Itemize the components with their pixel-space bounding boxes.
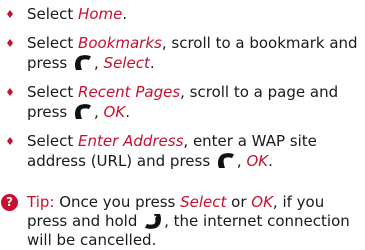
menu-option-bookmarks: Bookmarks — [78, 34, 162, 52]
item-text: , — [94, 54, 104, 72]
diamond-bullet-icon — [7, 10, 13, 18]
list-item: Select Bookmarks, scroll to a bookmark a… — [0, 33, 365, 73]
item-text: Select — [27, 5, 79, 23]
list-item: Select Home. — [0, 4, 365, 24]
tip-text: Once you press — [54, 193, 181, 211]
list-item: Select Enter Address, enter a WAP site a… — [0, 131, 365, 171]
end-call-key-icon — [145, 214, 162, 229]
instruction-list: Select Home. Select Bookmarks, scroll to… — [0, 4, 365, 180]
item-text: . — [122, 5, 128, 23]
diamond-bullet-icon — [7, 39, 13, 47]
list-item: Select Recent Pages, scroll to a page an… — [0, 82, 365, 122]
softkey-icon — [217, 153, 234, 168]
tip-note: ? Tip: Once you press Select or OK, if y… — [0, 193, 365, 250]
item-text: . — [268, 152, 273, 170]
tip-label: Tip: — [27, 193, 55, 211]
item-text: Select — [27, 83, 79, 101]
softkey-label-ok: OK — [246, 152, 269, 170]
item-text: . — [125, 103, 130, 121]
item-text: . — [149, 54, 155, 72]
softkey-label-select: Select — [103, 54, 150, 72]
softkey-icon — [75, 55, 91, 70]
softkey-label-select: Select — [180, 193, 227, 211]
question-mark-icon: ? — [1, 194, 18, 211]
menu-option-enter-address: Enter Address — [78, 132, 184, 150]
menu-option-home: Home — [78, 5, 123, 23]
tip-text: or — [226, 193, 252, 211]
softkey-label-ok: OK — [251, 193, 273, 211]
item-text: Select — [27, 132, 79, 150]
diamond-bullet-icon — [7, 88, 13, 96]
item-text: , — [94, 103, 104, 121]
diamond-bullet-icon — [7, 137, 13, 145]
menu-option-recent-pages: Recent Pages — [78, 83, 181, 101]
item-text: Select — [27, 34, 79, 52]
softkey-icon — [75, 104, 91, 119]
softkey-label-ok: OK — [103, 103, 126, 121]
